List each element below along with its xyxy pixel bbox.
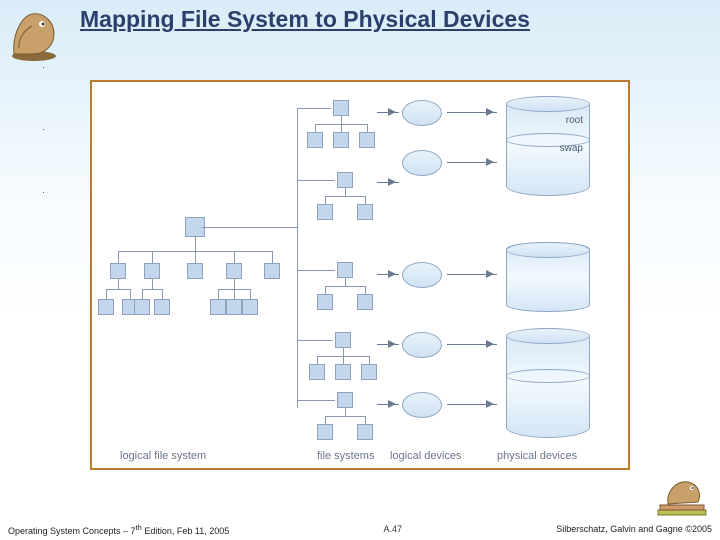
- arrow-icon: [377, 182, 399, 183]
- arrow-icon: [447, 112, 497, 113]
- tree-node: [210, 299, 226, 315]
- tree-node: [307, 132, 323, 148]
- logical-device: [402, 100, 442, 126]
- tree-node: [359, 132, 375, 148]
- tree-node: [337, 392, 353, 408]
- logical-device: [402, 392, 442, 418]
- arrow-icon: [447, 162, 497, 163]
- cyl-label-swap: swap: [560, 143, 583, 154]
- logical-device: [402, 262, 442, 288]
- tree-node: [333, 132, 349, 148]
- tree-node: [337, 262, 353, 278]
- dinosaur-books-icon: [652, 472, 712, 522]
- arrow-icon: [377, 274, 399, 275]
- arrow-icon: [447, 404, 497, 405]
- arrow-icon: [447, 274, 497, 275]
- tree-node: [226, 299, 242, 315]
- physical-device-cylinder: root swap: [506, 96, 590, 196]
- tree-node: [361, 364, 377, 380]
- tree-node: [317, 424, 333, 440]
- arrow-icon: [377, 344, 399, 345]
- page-title: Mapping File System to Physical Devices: [80, 6, 700, 33]
- diagram: logical file system file systems logical…: [92, 82, 628, 468]
- tree-node: [187, 263, 203, 279]
- footer-text: 2005: [692, 524, 712, 534]
- logical-fs-tree: [100, 217, 290, 347]
- tree-node: [226, 263, 242, 279]
- arrow-icon: [447, 344, 497, 345]
- diagram-frame: logical file system file systems logical…: [90, 80, 630, 470]
- tree-node: [110, 263, 126, 279]
- tree-node: [357, 204, 373, 220]
- tree-node: [357, 294, 373, 310]
- tree-node: [98, 299, 114, 315]
- tree-node: [335, 332, 351, 348]
- footer-page: A.47: [383, 524, 402, 534]
- tree-node: [317, 294, 333, 310]
- tree-node: [309, 364, 325, 380]
- tree-node: [154, 299, 170, 315]
- tree-node: [337, 172, 353, 188]
- footer-text: Silberschatz, Galvin and Gagne: [556, 524, 685, 534]
- tree-node: [144, 263, 160, 279]
- tree-node: [357, 424, 373, 440]
- logical-device: [402, 150, 442, 176]
- slide: Mapping File System to Physical Devices …: [0, 0, 720, 540]
- physical-device-cylinder: [506, 328, 590, 438]
- slide-footer: Operating System Concepts – 7th Edition,…: [8, 522, 712, 536]
- tree-node: [317, 204, 333, 220]
- footer-right: Silberschatz, Galvin and Gagne ©2005: [556, 524, 712, 534]
- footer-left: Operating System Concepts – 7th Edition,…: [8, 523, 229, 536]
- caption-logical-devices: logical devices: [390, 450, 462, 462]
- tree-node: [134, 299, 150, 315]
- tree-node: [264, 263, 280, 279]
- arrow-icon: [377, 112, 399, 113]
- cyl-label-root: root: [566, 115, 583, 126]
- dinosaur-mascot-icon: [4, 4, 64, 64]
- tree-node: [335, 364, 351, 380]
- caption-physical-devices: physical devices: [497, 450, 577, 462]
- tree-node: [333, 100, 349, 116]
- tree-node: [242, 299, 258, 315]
- footer-text: Operating System Concepts – 7: [8, 526, 136, 536]
- footer-text: Edition, Feb 11, 2005: [142, 526, 229, 536]
- caption-file-systems: file systems: [317, 450, 374, 462]
- caption-logical-fs: logical file system: [120, 450, 206, 462]
- physical-device-cylinder: [506, 242, 590, 312]
- logical-device: [402, 332, 442, 358]
- arrow-icon: [377, 404, 399, 405]
